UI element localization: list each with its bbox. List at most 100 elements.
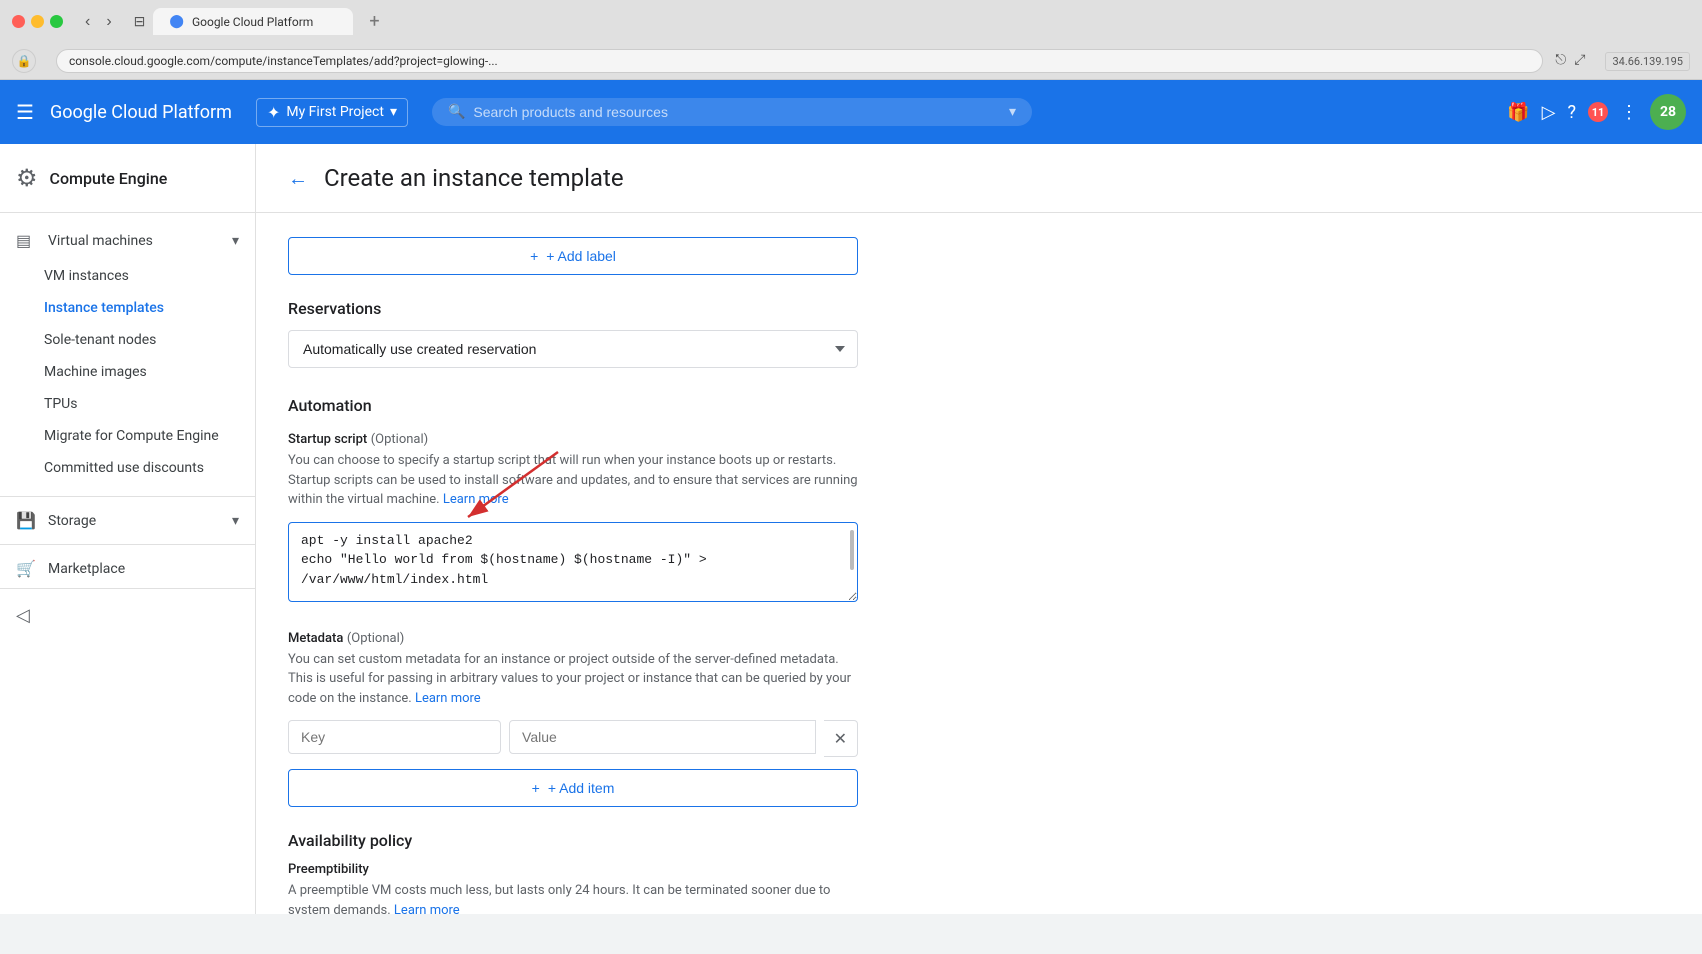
- metadata-section: Metadata (Optional) You can set custom m…: [288, 630, 1670, 808]
- content-body: + + Add label Reservations Automatically…: [256, 213, 1702, 914]
- machine-images-label: Machine images: [44, 364, 147, 380]
- project-selector[interactable]: ✦ My First Project ▾: [256, 98, 408, 127]
- storage-icon: 💾: [16, 511, 36, 530]
- more-options-icon[interactable]: ⋮: [1620, 102, 1638, 123]
- sidebar-header-title: Compute Engine: [50, 169, 168, 188]
- minimize-button[interactable]: [31, 15, 44, 28]
- browser-titlebar: ‹ › ⊟ ⬤ Google Cloud Platform +: [0, 0, 1702, 43]
- browser-chrome: ‹ › ⊟ ⬤ Google Cloud Platform + 🔒 consol…: [0, 0, 1702, 80]
- metadata-description: You can set custom metadata for an insta…: [288, 650, 858, 709]
- startup-script-textarea[interactable]: apt -y install apache2 echo "Hello world…: [288, 522, 858, 602]
- startup-script-header: Startup script (Optional): [288, 431, 1670, 447]
- back-nav-button[interactable]: ‹: [79, 11, 96, 33]
- marketplace-icon: 🛒: [16, 559, 36, 578]
- vm-icon: ▤: [16, 231, 36, 250]
- startup-script-textarea-wrap: apt -y install apache2 echo "Hello world…: [288, 522, 858, 606]
- sidebar-item-sole-tenant[interactable]: Sole-tenant nodes: [0, 324, 255, 356]
- startup-script-label: Startup script: [288, 432, 367, 447]
- browser-tab[interactable]: ⬤ Google Cloud Platform: [153, 8, 353, 35]
- back-button[interactable]: ←: [288, 166, 308, 191]
- metadata-learn-more[interactable]: Learn more: [415, 691, 481, 706]
- vm-instances-label: VM instances: [44, 268, 129, 284]
- migrate-label: Migrate for Compute Engine: [44, 428, 219, 444]
- content-area: ← Create an instance template + + Add la…: [256, 144, 1702, 914]
- addressbar-icons: ⎋ ⤢ 34.66.139.195: [1555, 52, 1690, 71]
- search-icon: 🔍: [448, 104, 465, 120]
- browser-nav: ‹ ›: [79, 11, 118, 33]
- search-expand-icon: ▾: [1009, 104, 1016, 120]
- preemptibility-label: Preemptibility: [288, 862, 1670, 877]
- sidebar-divider: [0, 496, 255, 497]
- tpus-label: TPUs: [44, 396, 78, 412]
- metadata-optional: (Optional): [347, 631, 404, 646]
- collapse-sidebar-icon[interactable]: ◁: [16, 605, 30, 626]
- automation-label: Automation: [288, 396, 1670, 415]
- sidebar-item-vm-instances[interactable]: VM instances: [0, 260, 255, 292]
- sole-tenant-label: Sole-tenant nodes: [44, 332, 156, 348]
- sidebar-vm-label: Virtual machines: [48, 233, 153, 249]
- sidebar-item-committed[interactable]: Committed use discounts: [0, 452, 255, 484]
- sidebar-item-machine-images[interactable]: Machine images: [0, 356, 255, 388]
- search-input[interactable]: [473, 104, 1009, 120]
- hamburger-menu-icon[interactable]: ☰: [16, 100, 34, 124]
- topbar: ☰ Google Cloud Platform ✦ My First Proje…: [0, 80, 1702, 144]
- sidebar-header: ⚙ Compute Engine: [0, 144, 255, 213]
- reservations-section: Reservations Automatically use created r…: [288, 299, 1670, 368]
- sidebar-vm-section: ▤ Virtual machines ▾ VM instances Instan…: [0, 213, 255, 492]
- close-button[interactable]: [12, 15, 25, 28]
- maximize-button[interactable]: [50, 15, 63, 28]
- metadata-key-input[interactable]: [288, 720, 501, 754]
- terminal-icon[interactable]: ▷: [1542, 102, 1556, 123]
- tab-favicon: ⬤: [169, 14, 184, 29]
- ip-display: 34.66.139.195: [1605, 52, 1690, 71]
- gift-icon[interactable]: 🎁: [1507, 102, 1529, 123]
- startup-script-optional: (Optional): [371, 432, 428, 447]
- preemptibility-description: A preemptible VM costs much less, but la…: [288, 881, 858, 914]
- user-avatar[interactable]: 28: [1650, 94, 1686, 130]
- add-label-button[interactable]: + + Add label: [288, 237, 858, 275]
- availability-label: Availability policy: [288, 831, 1670, 850]
- sidebar-item-marketplace[interactable]: 🛒 Marketplace: [0, 549, 255, 588]
- expand-icon[interactable]: ⤢: [1574, 52, 1585, 71]
- annotation-container: apt -y install apache2 echo "Hello world…: [288, 522, 858, 606]
- reservations-select-wrap: Automatically use created reservation Se…: [288, 330, 858, 368]
- preemptibility-learn-more[interactable]: Learn more: [394, 903, 460, 915]
- security-icon: 🔒: [12, 49, 36, 73]
- committed-label: Committed use discounts: [44, 460, 204, 476]
- sidebar-item-migrate[interactable]: Migrate for Compute Engine: [0, 420, 255, 452]
- metadata-delete-button[interactable]: ✕: [824, 720, 858, 757]
- sidebar-item-tpus[interactable]: TPUs: [0, 388, 255, 420]
- storage-label: Storage: [48, 513, 96, 529]
- sidebar-item-instance-templates[interactable]: Instance templates: [0, 292, 255, 324]
- new-tab-button[interactable]: +: [369, 11, 379, 32]
- sidebar-item-storage[interactable]: 💾 Storage ▾: [0, 501, 255, 540]
- project-dropdown-icon: ▾: [390, 104, 397, 120]
- share-icon[interactable]: ⎋: [1555, 52, 1566, 71]
- notification-badge[interactable]: 11: [1588, 102, 1608, 122]
- instance-templates-label: Instance templates: [44, 300, 164, 316]
- add-item-button[interactable]: + + Add item: [288, 769, 858, 807]
- metadata-value-input[interactable]: [509, 720, 816, 754]
- add-item-icon: +: [532, 780, 540, 796]
- startup-script-section: Startup script (Optional) You can choose…: [288, 431, 1670, 606]
- address-bar[interactable]: console.cloud.google.com/compute/instanc…: [56, 49, 1543, 73]
- add-item-text: + Add item: [548, 780, 615, 796]
- addressbar-row: 🔒 console.cloud.google.com/compute/insta…: [0, 43, 1702, 79]
- traffic-lights: [12, 15, 63, 28]
- forward-nav-button[interactable]: ›: [100, 11, 117, 33]
- sidebar-item-virtual-machines[interactable]: ▤ Virtual machines ▾: [0, 221, 255, 260]
- app-logo: Google Cloud Platform: [50, 102, 232, 123]
- help-icon[interactable]: ?: [1567, 102, 1576, 123]
- vm-expand-icon: ▾: [232, 233, 239, 249]
- metadata-row: ✕: [288, 720, 858, 757]
- tab-title: Google Cloud Platform: [192, 15, 313, 29]
- project-icon: ✦: [267, 103, 280, 122]
- topbar-actions: 🎁 ▷ ? 11 ⋮ 28: [1507, 94, 1686, 130]
- availability-section: Availability policy Preemptibility A pre…: [288, 831, 1670, 914]
- search-bar[interactable]: 🔍 ▾: [432, 98, 1032, 126]
- automation-section: Automation Startup script (Optional) You…: [288, 396, 1670, 606]
- metadata-label: Metadata: [288, 631, 343, 646]
- marketplace-label: Marketplace: [48, 561, 125, 577]
- startup-script-learn-more[interactable]: Learn more: [443, 492, 509, 507]
- reservations-select[interactable]: Automatically use created reservation Se…: [288, 330, 858, 368]
